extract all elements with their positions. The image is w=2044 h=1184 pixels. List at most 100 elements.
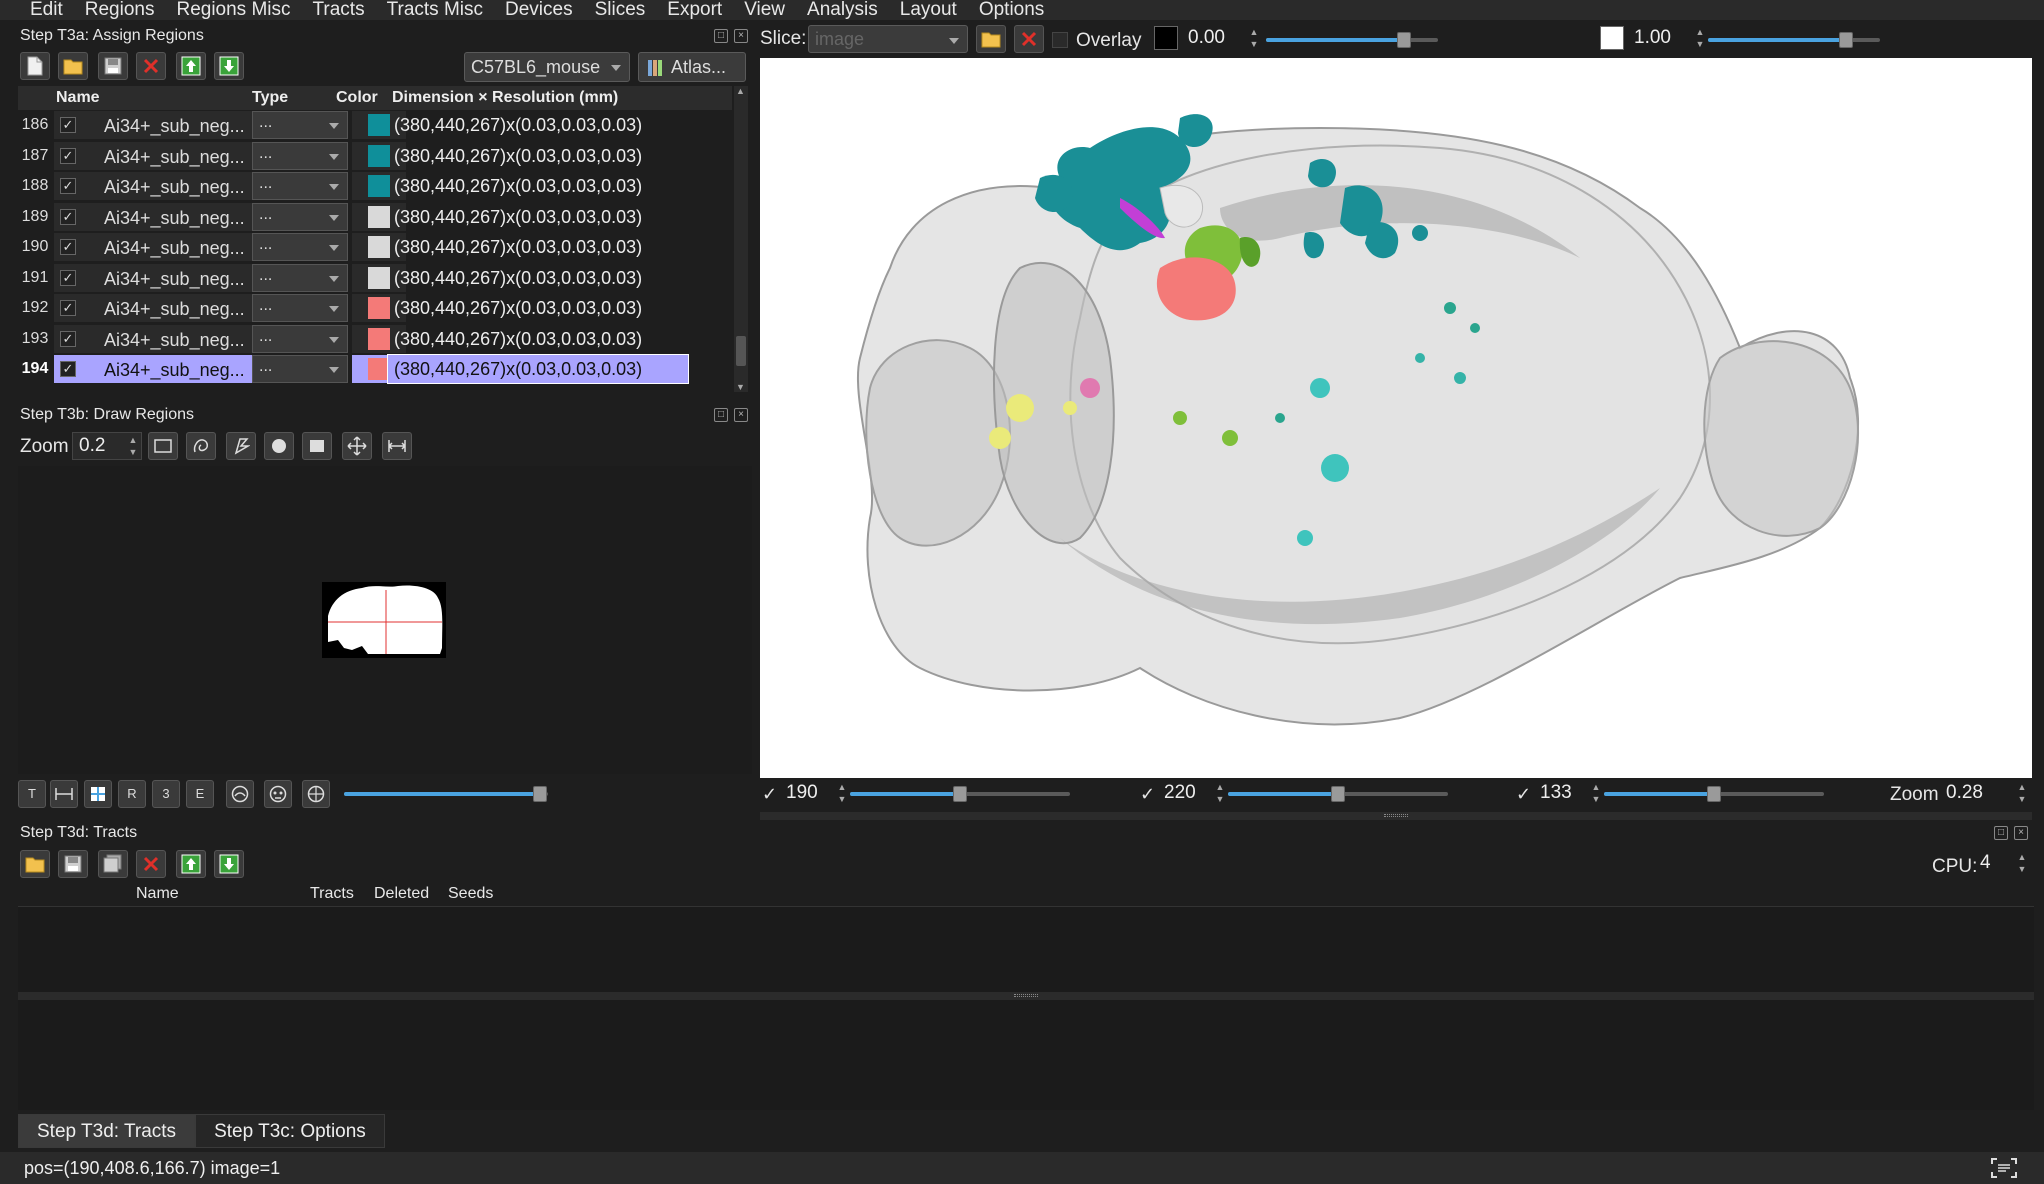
name-cell[interactable]: ✓ Ai34+_sub_neg...	[54, 324, 264, 353]
view-r-button[interactable]: R	[118, 780, 146, 808]
menu-regions-misc[interactable]: Regions Misc	[176, 0, 290, 20]
spin-down-icon[interactable]: ▼	[1248, 38, 1260, 50]
col-name[interactable]: Name	[56, 89, 100, 107]
x-slice-check[interactable]: ✓	[762, 784, 777, 805]
name-cell[interactable]: ✓ Ai34+_sub_neg...	[54, 202, 264, 231]
y-slider-knob[interactable]	[1331, 786, 1345, 802]
view-zoom-spinner[interactable]: 0.28 ▲ ▼	[1940, 780, 2030, 808]
new-region-button[interactable]	[20, 52, 50, 80]
spin-up-icon[interactable]: ▲	[1248, 26, 1260, 38]
axial-view-button[interactable]	[302, 780, 330, 808]
tab-tracts[interactable]: Step T3d: Tracts	[18, 1114, 196, 1148]
tract-down-button[interactable]	[214, 850, 244, 878]
spin-down-icon[interactable]: ▼	[2016, 793, 2028, 805]
menu-edit[interactable]: Edit	[30, 0, 63, 20]
close-panel-icon[interactable]: ×	[734, 408, 748, 422]
scroll-down-icon[interactable]: ▼	[736, 382, 745, 392]
z-slice-slider[interactable]	[1604, 786, 1824, 802]
region-type-select[interactable]: ...	[252, 141, 348, 170]
min-value-spinner[interactable]: 0.00 ▲ ▼	[1182, 25, 1262, 53]
polygon-tool[interactable]	[226, 432, 256, 460]
scroll-thumb[interactable]	[736, 336, 746, 366]
col-type[interactable]: Type	[252, 89, 288, 107]
menu-devices[interactable]: Devices	[505, 0, 573, 20]
open-region-button[interactable]	[58, 52, 88, 80]
min-slider-knob[interactable]	[1396, 32, 1411, 48]
table-row[interactable]: 188 ✓ Ai34+_sub_neg...... (380,440,267)x(0.…	[18, 171, 732, 201]
view-grid-button[interactable]	[84, 780, 112, 808]
table-row[interactable]: 186 ✓ Ai34+_sub_neg...... (380,440,267)x(0.…	[18, 110, 732, 140]
name-cell[interactable]: ✓ Ai34+_sub_neg...	[54, 294, 264, 322]
view-e-button[interactable]: E	[186, 780, 214, 808]
open-slice-button[interactable]	[976, 25, 1006, 53]
region-visible-checkbox[interactable]: ✓	[60, 269, 76, 286]
coronal-view-button[interactable]	[264, 780, 292, 808]
slice-preview[interactable]	[322, 582, 446, 658]
region-type-select[interactable]: ...	[252, 324, 348, 353]
table-row[interactable]: 194 ✓ Ai34+_sub_neg...... (380,440,267)x(0.…	[18, 354, 732, 384]
sagittal-view-button[interactable]	[226, 780, 254, 808]
spin-up-icon[interactable]: ▲	[127, 434, 139, 446]
name-cell[interactable]: ✓ Ai34+_sub_neg...	[54, 111, 264, 139]
region-color-swatch[interactable]	[368, 266, 390, 289]
template-select[interactable]: C57BL6_mouse	[464, 52, 630, 82]
screen-capture-icon[interactable]	[1990, 1156, 2018, 1180]
spin-up-icon[interactable]: ▲	[1694, 26, 1706, 38]
region-color-swatch[interactable]	[368, 236, 390, 258]
horizontal-splitter[interactable]	[760, 812, 2032, 820]
slice-slider-knob[interactable]	[532, 786, 547, 802]
name-cell[interactable]: ✓ Ai34+_sub_neg...	[54, 141, 264, 170]
view-top-button[interactable]: T	[18, 780, 46, 808]
region-color-swatch[interactable]	[368, 175, 390, 197]
min-contrast-slider[interactable]	[1266, 32, 1438, 48]
region-type-select[interactable]: ...	[252, 202, 348, 231]
float-panel-icon[interactable]: □	[714, 408, 728, 422]
min-color-swatch[interactable]	[1154, 26, 1178, 50]
region-visible-checkbox[interactable]: ✓	[60, 361, 76, 377]
open-tracts-button[interactable]	[20, 850, 50, 878]
region-visible-checkbox[interactable]: ✓	[60, 178, 76, 194]
tracts-splitter[interactable]	[18, 992, 2034, 1000]
remove-slice-button[interactable]	[1014, 25, 1044, 53]
close-panel-icon[interactable]: ×	[734, 29, 748, 43]
atlas-button[interactable]: Atlas...	[638, 52, 746, 82]
delete-tract-button[interactable]	[136, 850, 166, 878]
region-color-swatch[interactable]	[368, 144, 390, 167]
max-value-spinner[interactable]: 1.00 ▲ ▼	[1628, 25, 1708, 53]
view-split-button[interactable]	[50, 780, 78, 808]
region-color-swatch[interactable]	[368, 114, 390, 136]
spin-down-icon[interactable]: ▼	[2016, 863, 2028, 875]
menu-analysis[interactable]: Analysis	[807, 0, 878, 20]
x-slice-slider[interactable]	[850, 786, 1070, 802]
name-cell[interactable]: ✓ Ai34+_sub_neg...	[54, 172, 264, 200]
move-up-button[interactable]	[176, 52, 206, 80]
table-row[interactable]: 192 ✓ Ai34+_sub_neg...... (380,440,267)x(0.…	[18, 293, 732, 323]
menu-regions[interactable]: Regions	[85, 0, 155, 20]
spin-down-icon[interactable]: ▼	[127, 446, 139, 458]
region-type-select[interactable]: ...	[252, 263, 348, 292]
spin-down-icon[interactable]: ▼	[1694, 38, 1706, 50]
region-color-swatch[interactable]	[368, 327, 390, 350]
circle-tool[interactable]	[264, 432, 294, 460]
slice-select[interactable]: image	[808, 25, 968, 53]
view-3-button[interactable]: 3	[152, 780, 180, 808]
move-down-button[interactable]	[214, 52, 244, 80]
tracts-col-name[interactable]: Name	[136, 885, 179, 903]
region-color-swatch[interactable]	[368, 205, 390, 228]
menu-tracts-misc[interactable]: Tracts Misc	[387, 0, 483, 20]
region-type-select[interactable]: ...	[252, 111, 348, 139]
save-region-button[interactable]	[98, 52, 128, 80]
tract-up-button[interactable]	[176, 850, 206, 878]
menu-options[interactable]: Options	[979, 0, 1044, 20]
spin-down-icon[interactable]: ▼	[836, 793, 848, 805]
max-contrast-slider[interactable]	[1708, 32, 1880, 48]
save-all-tracts-button[interactable]	[98, 850, 128, 878]
tracts-col-deleted[interactable]: Deleted	[374, 885, 429, 903]
col-dimension[interactable]: Dimension × Resolution (mm)	[392, 89, 618, 107]
region-visible-checkbox[interactable]: ✓	[60, 208, 76, 225]
freehand-tool[interactable]	[186, 432, 216, 460]
spin-up-icon[interactable]: ▲	[1590, 781, 1602, 793]
y-slice-slider[interactable]	[1228, 786, 1448, 802]
spin-up-icon[interactable]: ▲	[836, 781, 848, 793]
region-visible-checkbox[interactable]: ✓	[60, 330, 76, 347]
